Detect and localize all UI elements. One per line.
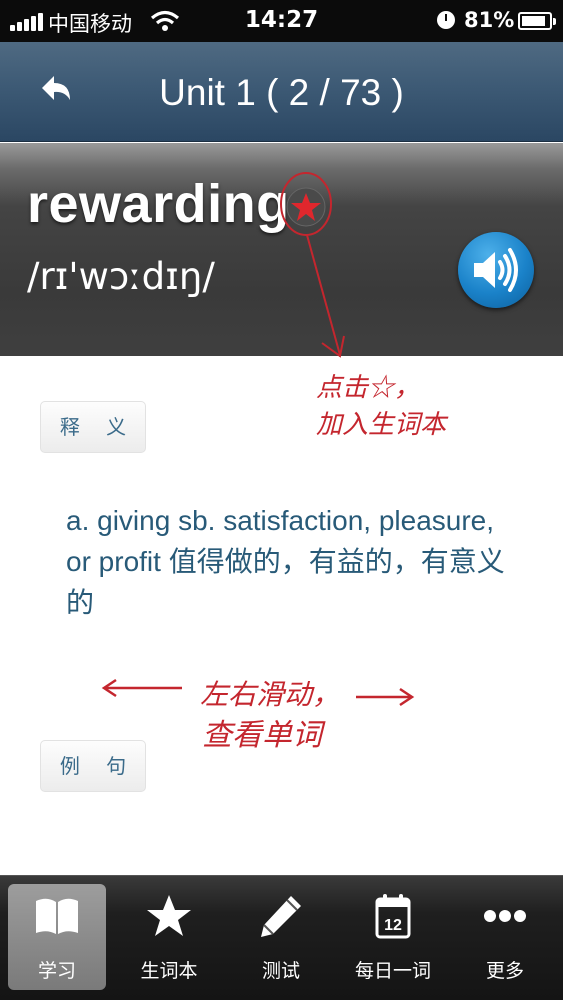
favorite-hint-line1: 点击☆， <box>316 373 421 403</box>
swipe-hint-line1: 左右滑动， <box>200 678 341 711</box>
calendar-icon: 12 <box>375 894 411 939</box>
book-icon <box>36 898 78 934</box>
tab-label: 每日一词 <box>354 960 431 982</box>
tab-bar: 学习 生词本 测试 12 每日一词 更多 <box>0 875 563 1000</box>
tab-wordbook[interactable]: 生词本 <box>120 884 218 990</box>
tab-label: 学习 <box>37 960 76 982</box>
favorite-hint-line2: 加入生词本 <box>316 410 447 440</box>
calendar-day-text: 12 <box>384 917 402 934</box>
tab-label: 测试 <box>261 960 300 982</box>
tab-study[interactable]: 学习 <box>8 884 106 990</box>
star-icon <box>147 895 191 936</box>
tab-test[interactable]: 测试 <box>232 884 330 990</box>
pencil-icon <box>261 896 301 937</box>
swipe-hint-line2: 查看单词 <box>202 718 322 753</box>
tab-label: 生词本 <box>140 960 198 982</box>
tab-more[interactable]: 更多 <box>456 884 554 990</box>
tab-daily-word[interactable]: 12 每日一词 <box>344 884 442 990</box>
more-icon <box>484 910 526 922</box>
tab-label: 更多 <box>485 960 524 982</box>
annotation-lines <box>101 172 415 707</box>
